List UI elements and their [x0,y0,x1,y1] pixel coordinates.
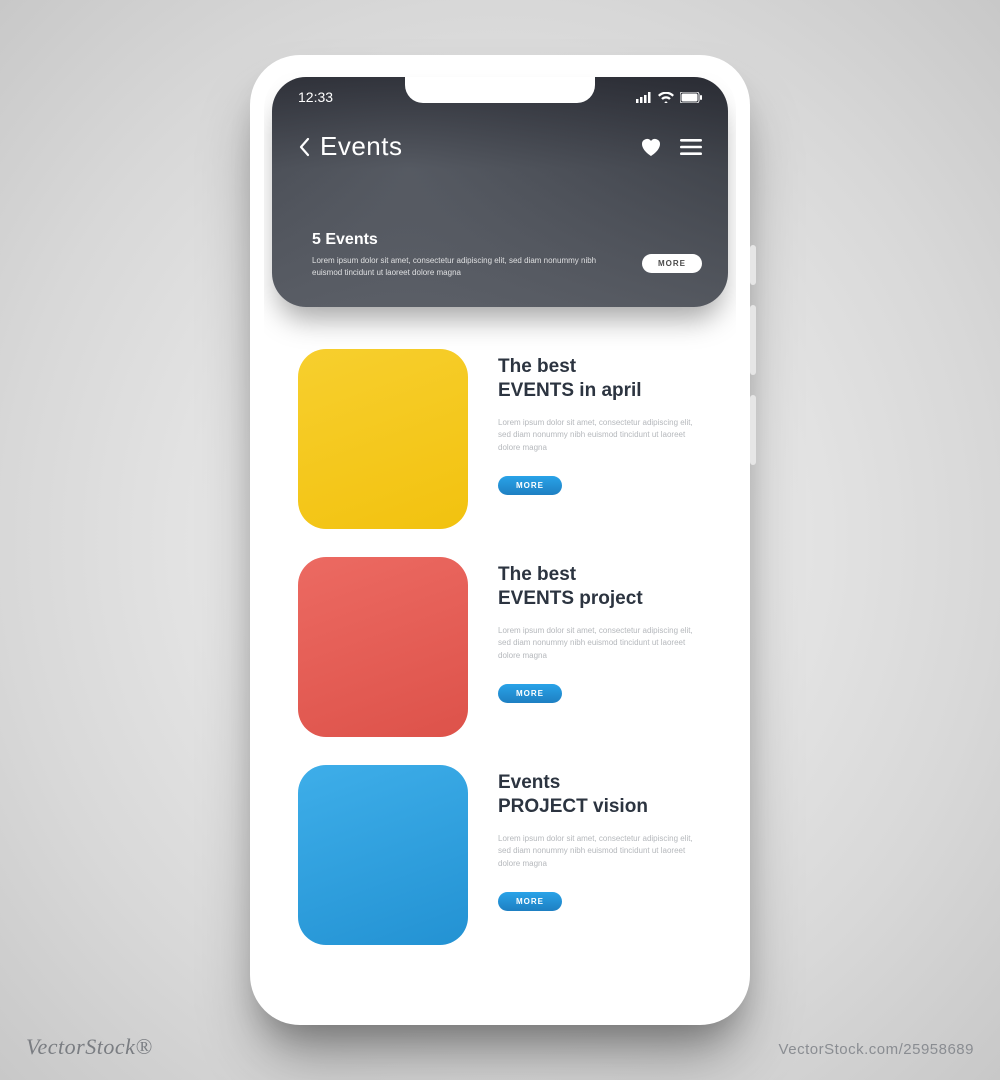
nav-row: Events [272,131,728,162]
event-more-button[interactable]: MORE [498,684,562,703]
phone-notch [405,77,595,103]
hero-title: 5 Events [312,231,598,249]
header-card: 12:33 Events 5 Events Lo [272,77,728,307]
menu-icon[interactable] [680,139,702,155]
event-title: The best EVENTS project [498,563,702,611]
event-thumbnail[interactable] [298,765,468,945]
list-item: Events PROJECT vision Lorem ipsum dolor … [298,765,702,945]
event-list: The best EVENTS in april Lorem ipsum dol… [264,315,736,945]
hero-more-button[interactable]: MORE [642,254,702,273]
heart-icon[interactable] [640,137,662,157]
event-title-line: The best [498,356,576,377]
phone-side-button [750,305,756,375]
event-title-line: The best [498,564,576,585]
event-title-line: Events [498,772,560,793]
event-body: Events PROJECT vision Lorem ipsum dolor … [498,765,702,911]
event-thumbnail[interactable] [298,349,468,529]
watermark-id: VectorStock.com/25958689 [779,1041,974,1058]
watermark-brand: VectorStock® [26,1034,153,1060]
event-body: The best EVENTS in april Lorem ipsum dol… [498,349,702,495]
event-title: The best EVENTS in april [498,355,702,403]
phone-mockup: 12:33 Events 5 Events Lo [250,55,750,1025]
list-item: The best EVENTS project Lorem ipsum dolo… [298,557,702,737]
event-desc: Lorem ipsum dolor sit amet, consectetur … [498,625,702,663]
event-title-line: PROJECT vision [498,796,648,817]
wifi-icon [658,92,674,103]
signal-icon [636,92,652,103]
event-thumbnail[interactable] [298,557,468,737]
event-body: The best EVENTS project Lorem ipsum dolo… [498,557,702,703]
nav-left: Events [298,131,403,162]
event-title-line: EVENTS in april [498,380,642,401]
phone-side-button [750,245,756,285]
event-title: Events PROJECT vision [498,771,702,819]
back-icon[interactable] [298,137,310,157]
status-time: 12:33 [298,89,333,105]
hero-desc: Lorem ipsum dolor sit amet, consectetur … [312,255,598,279]
status-icons [636,92,702,103]
page-title: Events [320,131,403,162]
screen: 12:33 Events 5 Events Lo [264,69,736,1011]
event-desc: Lorem ipsum dolor sit amet, consectetur … [498,833,702,871]
event-desc: Lorem ipsum dolor sit amet, consectetur … [498,417,702,455]
event-more-button[interactable]: MORE [498,892,562,911]
phone-side-button [750,395,756,465]
list-item: The best EVENTS in april Lorem ipsum dol… [298,349,702,529]
battery-icon [680,92,702,103]
event-title-line: EVENTS project [498,588,643,609]
nav-right [640,137,702,157]
hero-text: 5 Events Lorem ipsum dolor sit amet, con… [312,231,598,279]
event-more-button[interactable]: MORE [498,476,562,495]
